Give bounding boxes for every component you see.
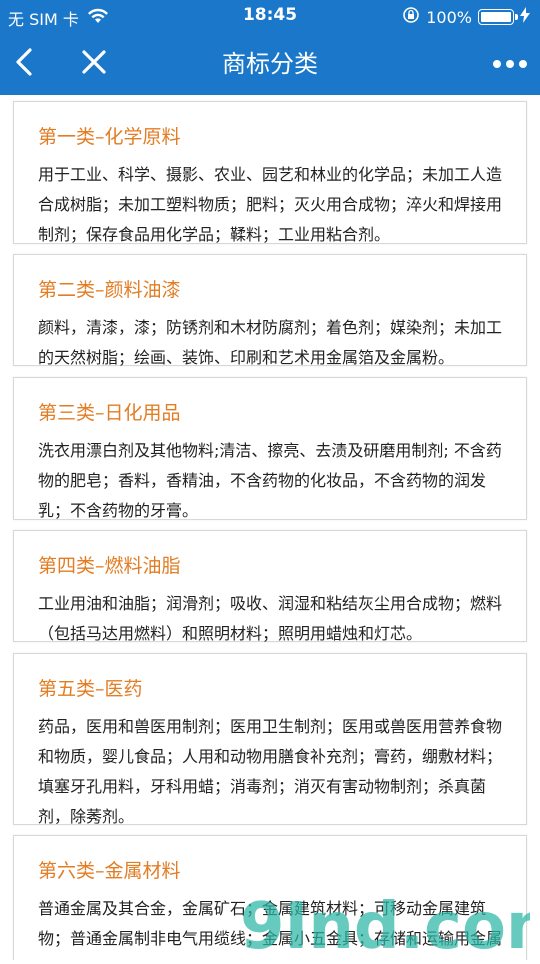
category-description: 普通金属及其合金，金属矿石；金属建筑材料；可移动金属建筑物；普通金属制非电气用缆… bbox=[38, 899, 503, 960]
orientation-lock-icon bbox=[402, 6, 420, 28]
category-title: 第五类–医药 bbox=[38, 678, 143, 700]
category-title: 第一类–化学原料 bbox=[38, 126, 181, 148]
category-description: 工业用油和油脂；润滑剂；吸收、润湿和粘结灰尘用合成物；燃料（包括马达用燃料）和照… bbox=[38, 594, 503, 643]
category-card-4[interactable]: 第四类–燃料油脂 工业用油和油脂；润滑剂；吸收、润湿和粘结灰尘用合成物；燃料（包… bbox=[13, 530, 527, 643]
category-card-2[interactable]: 第二类–颜料油漆 颜料，清漆，漆；防锈剂和木材防腐剂；着色剂；媒染剂；未加工的天… bbox=[13, 254, 527, 367]
battery-icon bbox=[478, 9, 518, 25]
category-card-1[interactable]: 第一类–化学原料 用于工业、科学、摄影、农业、园艺和林业的化学品；未加工人造合成… bbox=[13, 101, 527, 244]
category-description: 药品，医用和兽医用制剂；医用卫生制剂；医用或兽医用营养食物和物质，婴儿食品；人用… bbox=[38, 717, 503, 826]
category-card-3[interactable]: 第三类–日化用品 洗衣用漂白剂及其他物料;清洁、擦亮、去渍及研磨用制剂; 不含药… bbox=[13, 377, 527, 520]
category-title: 第六类–金属材料 bbox=[38, 860, 181, 882]
page-title: 商标分类 bbox=[222, 50, 318, 78]
category-card-5[interactable]: 第五类–医药 药品，医用和兽医用制剂；医用卫生制剂；医用或兽医用营养食物和物质，… bbox=[13, 653, 527, 826]
category-list: 第一类–化学原料 用于工业、科学、摄影、农业、园艺和林业的化学品；未加工人造合成… bbox=[0, 95, 540, 960]
more-dots-icon bbox=[492, 55, 528, 74]
status-bar: 无 SIM 卡 18:45 100% bbox=[0, 0, 540, 32]
category-description: 洗衣用漂白剂及其他物料;清洁、擦亮、去渍及研磨用制剂; 不含药物的肥皂；香料，香… bbox=[38, 441, 502, 520]
category-title: 第四类–燃料油脂 bbox=[38, 555, 181, 577]
category-title: 第三类–日化用品 bbox=[38, 402, 181, 424]
more-button[interactable] bbox=[488, 42, 532, 86]
category-description: 颜料，清漆，漆；防锈剂和木材防腐剂；着色剂；媒染剂；未加工的天然树脂；绘画、装饰… bbox=[38, 318, 503, 367]
category-card-6[interactable]: 第六类–金属材料 普通金属及其合金，金属矿石；金属建筑材料；可移动金属建筑物；普… bbox=[13, 835, 527, 960]
battery-percent: 100% bbox=[426, 7, 472, 27]
app-header: 无 SIM 卡 18:45 100% 商标分类 bbox=[0, 0, 540, 95]
nav-bar: 商标分类 bbox=[0, 32, 540, 95]
category-title: 第二类–颜料油漆 bbox=[38, 279, 181, 301]
charging-icon bbox=[520, 7, 530, 27]
category-description: 用于工业、科学、摄影、农业、园艺和林业的化学品；未加工人造合成树脂；未加工塑料物… bbox=[38, 165, 503, 244]
